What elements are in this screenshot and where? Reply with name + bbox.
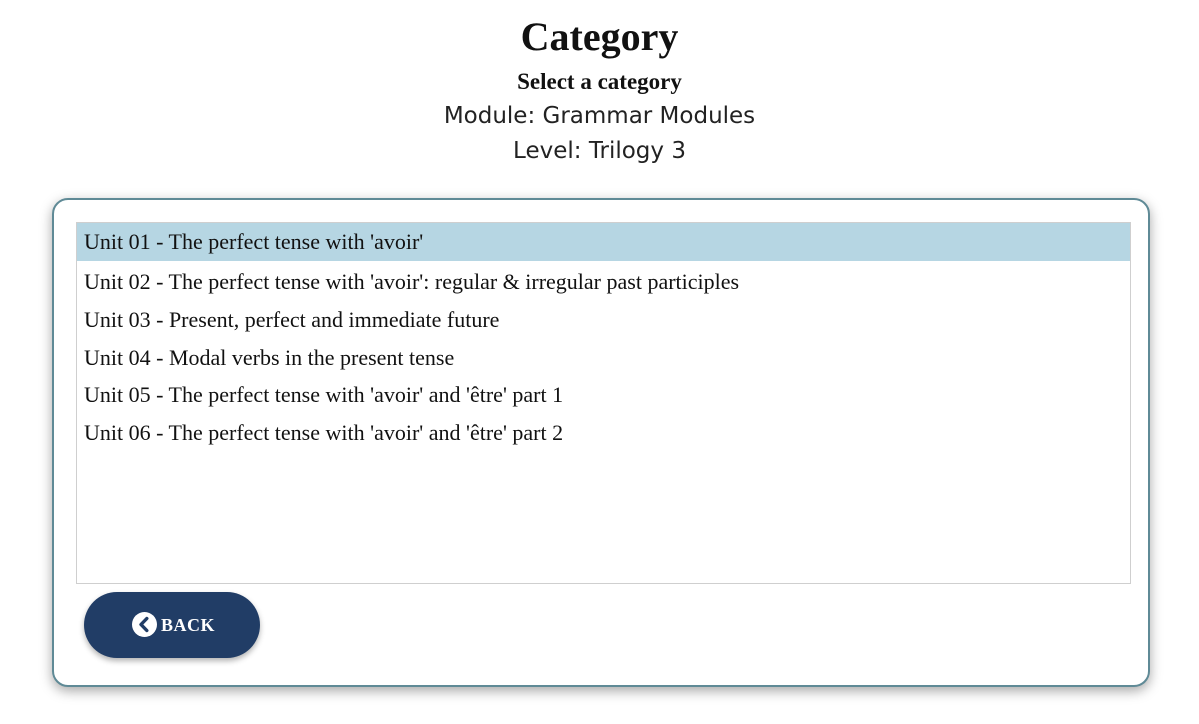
module-label: Module: Grammar Modules <box>443 103 756 129</box>
chevron-left-circle-icon <box>132 612 157 637</box>
list-item[interactable]: Unit 03 - Present, perfect and immediate… <box>77 301 1130 339</box>
back-button[interactable]: BACK <box>84 592 260 658</box>
page-title: Category <box>520 14 679 59</box>
list-item[interactable]: Unit 06 - The perfect tense with 'avoir'… <box>77 414 1130 452</box>
level-label: Level: Trilogy 3 <box>513 138 686 164</box>
back-button-label: BACK <box>161 615 216 635</box>
list-item[interactable]: Unit 01 - The perfect tense with 'avoir' <box>77 223 1130 261</box>
list-item[interactable]: Unit 02 - The perfect tense with 'avoir'… <box>77 263 1130 301</box>
list-item[interactable]: Unit 04 - Modal verbs in the present ten… <box>77 339 1130 377</box>
category-panel: Unit 01 - The perfect tense with 'avoir'… <box>52 198 1150 687</box>
list-item[interactable]: Unit 05 - The perfect tense with 'avoir'… <box>77 376 1130 414</box>
page-subtitle: Select a category <box>517 69 682 94</box>
category-listbox[interactable]: Unit 01 - The perfect tense with 'avoir'… <box>76 222 1131 584</box>
